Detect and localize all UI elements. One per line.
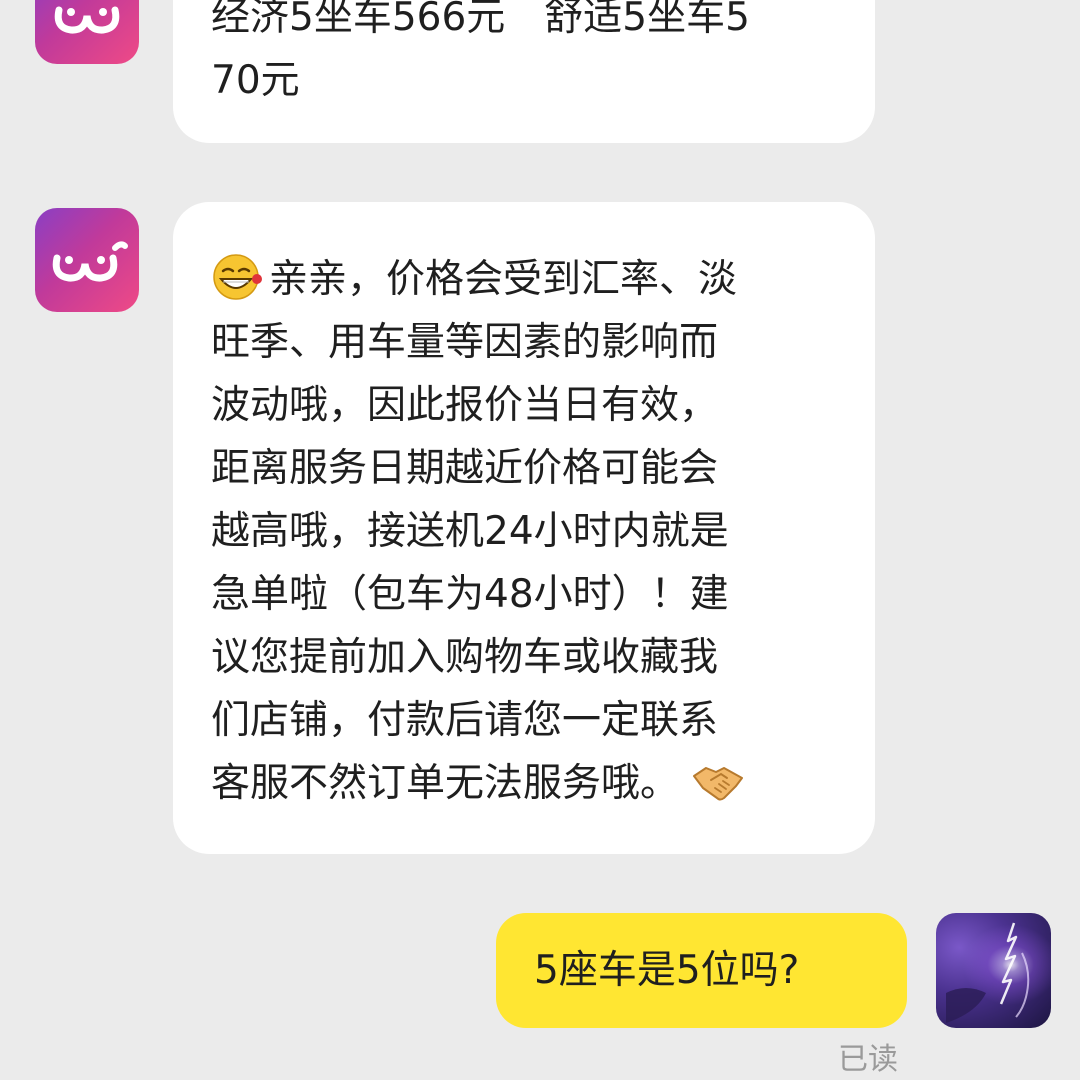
message-line: 70元 [211, 58, 300, 103]
message-line: 波动哦，因此报价当日有效， [211, 383, 719, 428]
message-line: 急单啦（包车为48小时）！建 [211, 572, 729, 617]
message-line: 客服不然订单无法服务哦。 [211, 752, 845, 815]
message-line: 距离服务日期越近价格可能会 [211, 446, 719, 491]
handshake-emoji-icon [693, 767, 744, 801]
user-avatar[interactable] [936, 913, 1051, 1028]
incoming-message-bubble[interactable]: 经济5坐车566元 舒适5坐车5 70元 [173, 0, 875, 143]
incoming-message-bubble[interactable]: 亲亲，价格会受到汇率、淡 旺季、用车量等因素的影响而 波动哦，因此报价当日有效，… [173, 202, 875, 854]
message-line: 亲亲，价格会受到汇率、淡 [211, 248, 845, 311]
message-line-text: 客服不然订单无法服务哦。 [211, 761, 680, 806]
message-line-text: 亲亲，价格会受到汇率、淡 [269, 257, 738, 302]
outgoing-message-bubble[interactable]: 5座车是5位吗? [496, 913, 907, 1028]
message-text: 5座车是5位吗? [534, 948, 800, 993]
shop-avatar-icon[interactable] [35, 0, 139, 64]
message-line: 旺季、用车量等因素的影响而 [211, 320, 719, 365]
message-line: 经济5坐车566元 舒适5坐车5 [211, 0, 750, 40]
message-line: 议您提前加入购物车或收藏我 [211, 635, 719, 680]
grinning-face-emoji-icon [213, 254, 262, 300]
shop-avatar-icon[interactable] [35, 208, 139, 312]
read-status: 已读 [838, 1042, 898, 1077]
message-line: 越高哦，接送机24小时内就是 [211, 509, 729, 554]
message-line: 们店铺，付款后请您一定联系 [211, 698, 719, 743]
